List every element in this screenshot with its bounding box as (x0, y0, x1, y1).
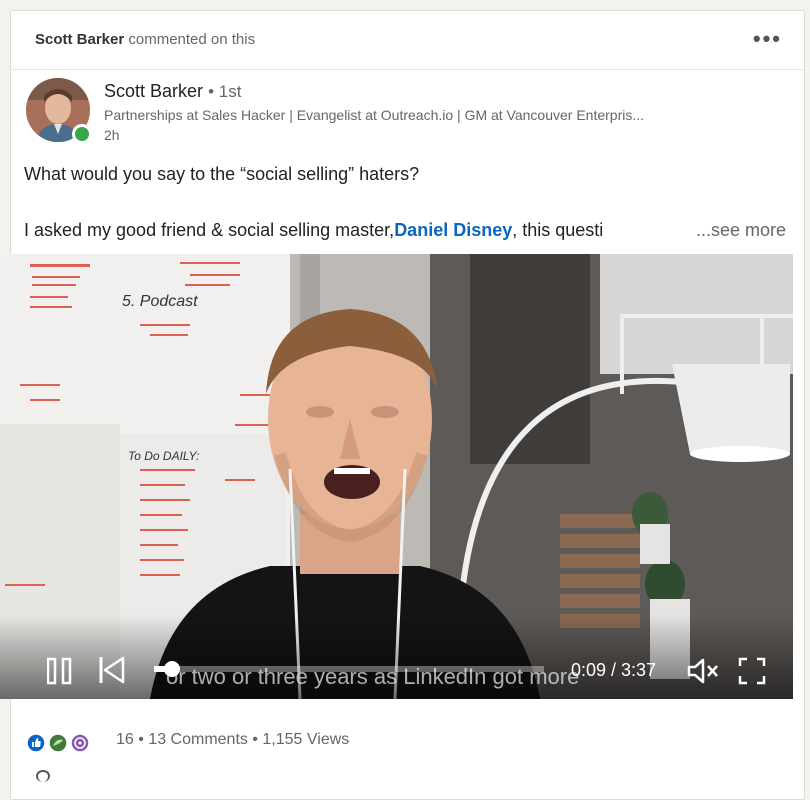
activity-text: Scott Barker commented on this (35, 31, 255, 48)
stats-separator-1: • (133, 731, 149, 748)
stats-separator-2: • (247, 731, 263, 748)
video-player[interactable]: 5. Podcast To Do DAILY: (0, 254, 793, 699)
reaction-icons[interactable] (26, 732, 106, 753)
activity-action: commented on this (128, 31, 256, 48)
post-text-line2: I asked my good friend & social selling … (24, 220, 774, 241)
post-text-after-mention: , this questi (512, 220, 604, 240)
comments-count-link[interactable]: 13 Comments (148, 731, 248, 748)
see-more-link[interactable]: ...see more (689, 220, 786, 241)
connection-degree: • 1st (208, 82, 242, 101)
like-icon (26, 733, 46, 753)
celebrate-icon (48, 733, 68, 753)
page-background-top (0, 0, 810, 10)
author-avatar[interactable] (26, 78, 92, 144)
online-status-icon (72, 124, 92, 144)
replay-previous-icon[interactable] (98, 655, 126, 685)
author-name-link[interactable]: Scott Barker (104, 81, 203, 101)
activity-header: Scott Barker commented on this ••• (11, 11, 804, 70)
post-text-before-mention: I asked my good friend & social selling … (24, 220, 395, 240)
views-count: 1,155 Views (262, 731, 350, 748)
video-progress-bar[interactable] (154, 661, 544, 677)
post-timestamp: 2h (104, 127, 120, 143)
mention-link-daniel-disney[interactable]: Daniel Disney (394, 220, 512, 240)
author-headline: Partnerships at Sales Hacker | Evangelis… (104, 107, 645, 123)
pause-icon[interactable] (46, 657, 73, 685)
curious-icon (70, 733, 90, 753)
more-options-icon[interactable]: ••• (753, 26, 782, 52)
video-progress-knob[interactable] (163, 661, 180, 677)
activity-actor-link[interactable]: Scott Barker (35, 31, 124, 48)
whiteboard-todo-text: To Do DAILY: (128, 449, 199, 463)
video-timecode: 0:09 / 3:37 (571, 660, 657, 680)
author-name-line: Scott Barker • 1st (104, 81, 241, 102)
video-frame: 5. Podcast To Do DAILY: (0, 254, 793, 699)
muted-volume-icon[interactable] (686, 657, 722, 685)
whiteboard-podcast-text: 5. Podcast (122, 293, 198, 310)
post-text-line1: What would you say to the “social sellin… (24, 164, 420, 184)
social-stats: 16 • 13 Comments • 1,155 Views (116, 731, 349, 749)
reaction-count[interactable]: 16 (116, 731, 134, 748)
fullscreen-icon[interactable] (738, 657, 766, 685)
next-row-icon-partial (36, 770, 50, 782)
